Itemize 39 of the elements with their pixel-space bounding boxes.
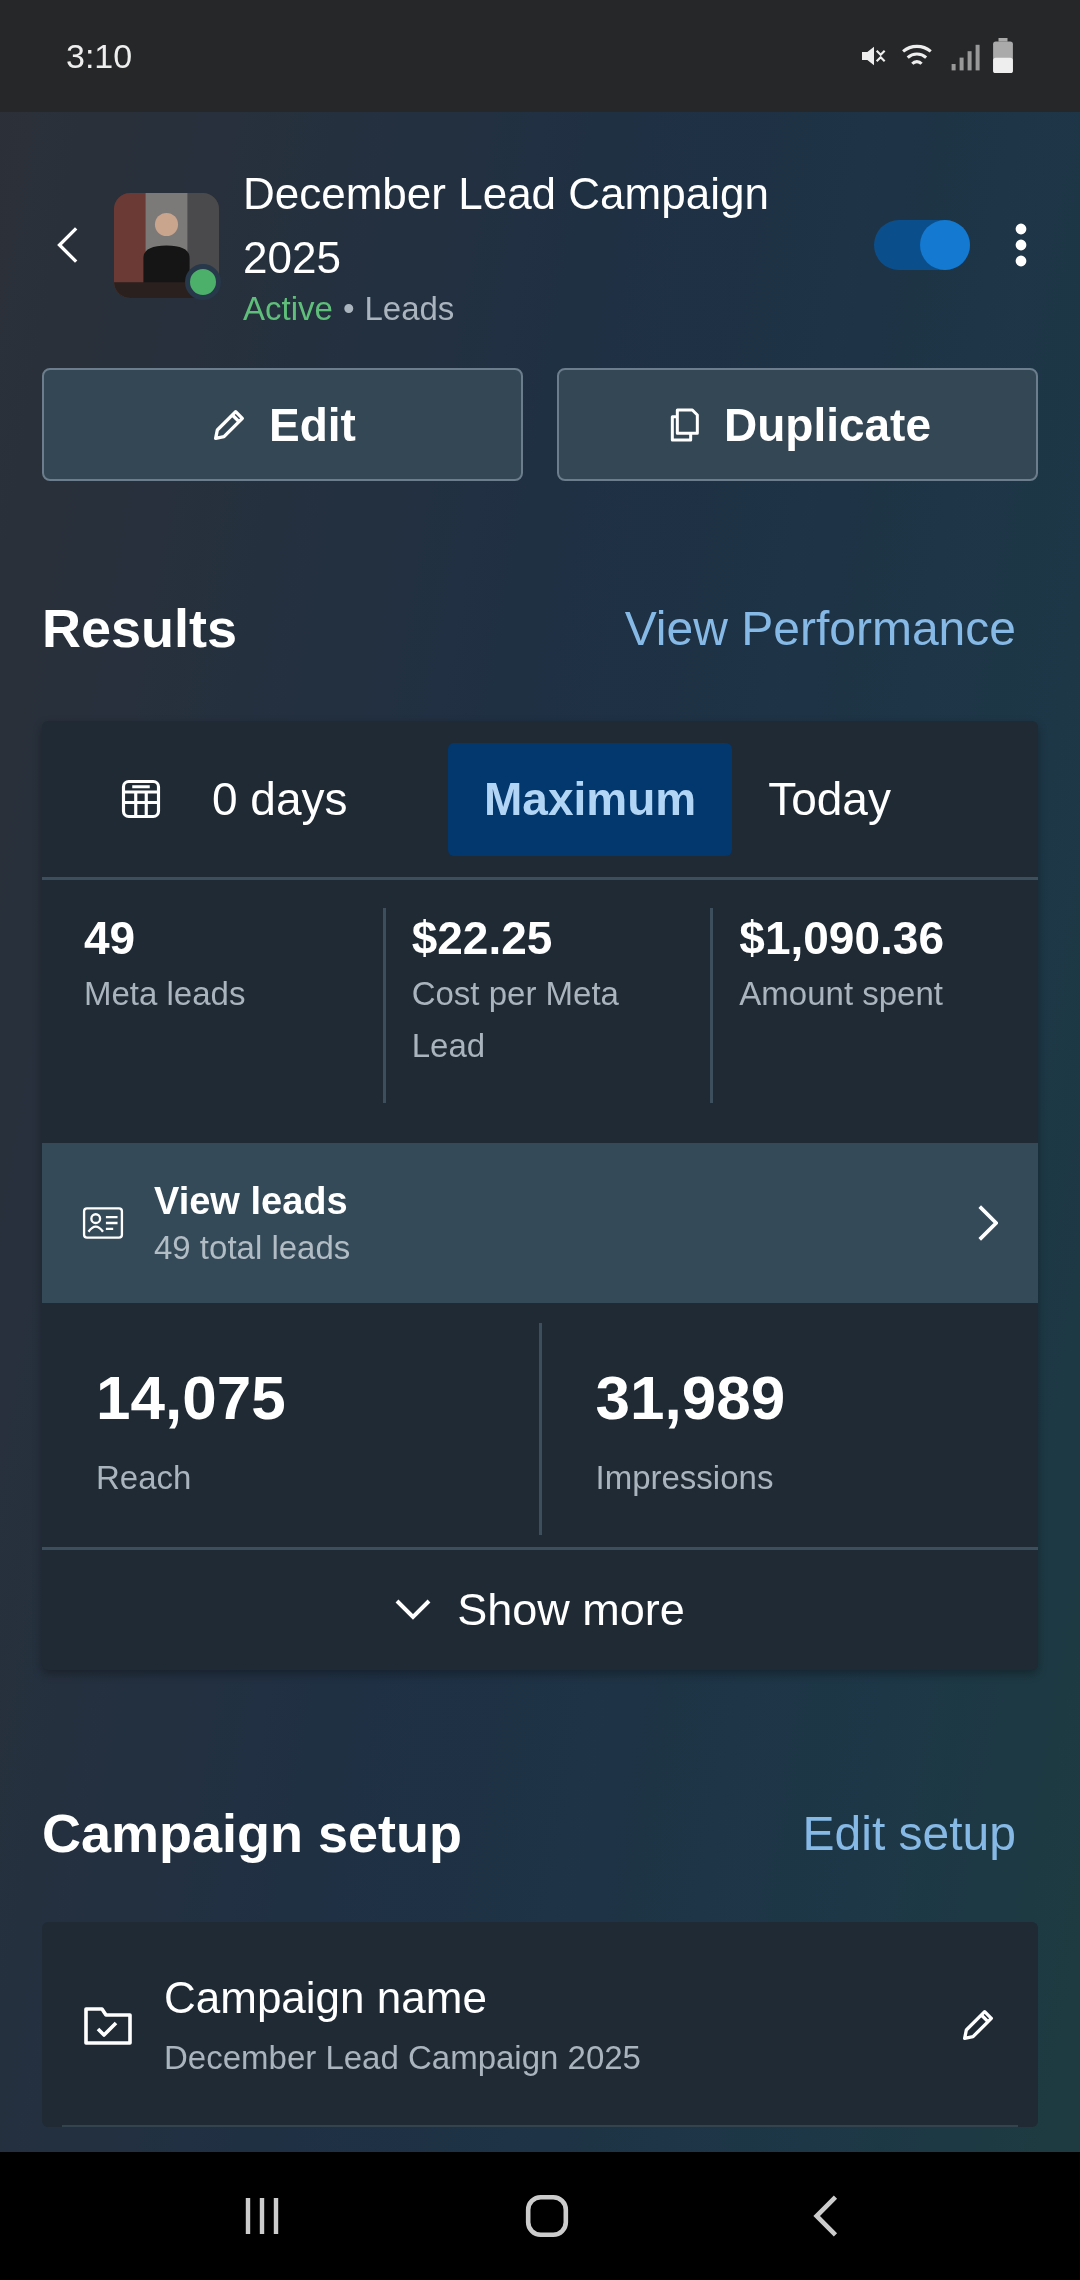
separator-dot: •: [342, 290, 355, 328]
view-leads-title: View leads: [154, 1179, 349, 1223]
objective-label: Leads: [364, 290, 455, 328]
show-more-button[interactable]: Show more: [42, 1550, 1038, 1670]
duplicate-button[interactable]: Duplicate: [557, 368, 1038, 481]
campaign-toggle[interactable]: [874, 220, 970, 270]
metric-value: 49: [84, 911, 137, 966]
campaign-title: December Lead Campaign 2025: [243, 168, 770, 284]
home-icon[interactable]: [524, 2193, 570, 2239]
section-heading: Results: [42, 597, 238, 659]
more-options-icon[interactable]: [1014, 223, 1028, 267]
chevron-right-icon: [976, 1203, 998, 1243]
edit-button[interactable]: Edit: [42, 368, 523, 481]
metric-label: Impressions: [595, 1458, 775, 1497]
view-leads-row[interactable]: View leads 49 total leads: [42, 1143, 1038, 1303]
date-range-tab[interactable]: 0 days: [212, 742, 448, 856]
campaign-name-row[interactable]: Campaign name December Lead Campaign 2025: [42, 1922, 1038, 2127]
metric-label: Cost per Meta Lead: [411, 974, 620, 1066]
status-label: Active: [243, 290, 333, 328]
view-leads-count: 49 total leads: [154, 1228, 352, 1267]
edit-setup-link[interactable]: Edit setup: [802, 1805, 1016, 1861]
view-performance-link[interactable]: View Performance: [624, 600, 1016, 656]
battery-icon: [992, 38, 1014, 74]
chevron-down-icon: [395, 1599, 432, 1621]
metric-label: Reach: [96, 1458, 193, 1497]
metric-label: Amount spent: [739, 974, 944, 1014]
date-range-tab[interactable]: Maximum: [448, 742, 733, 856]
calendar-icon[interactable]: [120, 778, 162, 820]
metric-label: Meta leads: [84, 974, 247, 1014]
metric-value: $1,090.36: [739, 911, 945, 966]
status-time: 3:10: [66, 36, 133, 76]
metric-value: $22.25: [411, 911, 554, 966]
field-label: Campaign name: [164, 1972, 488, 2023]
contact-card-icon: [82, 1207, 124, 1239]
field-value: December Lead Campaign 2025: [164, 2038, 642, 2077]
date-range-tab[interactable]: Today: [732, 742, 927, 856]
metric-value: 14,075: [96, 1361, 287, 1433]
section-heading: Campaign setup: [42, 1802, 463, 1864]
metric-value: 31,989: [595, 1361, 787, 1433]
